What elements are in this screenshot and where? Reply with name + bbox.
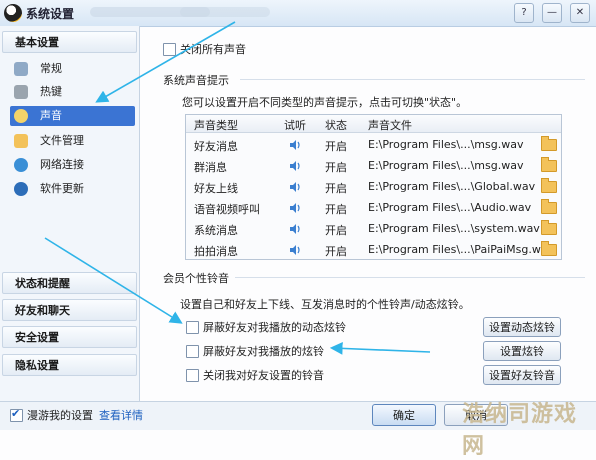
close-button[interactable]: ✕: [570, 3, 590, 23]
member-ringtone-section-title: 会员个性铃音: [163, 272, 229, 285]
speaker-icon[interactable]: [289, 160, 301, 172]
sidebar-item-label: 热键: [40, 85, 62, 98]
category-status-reminder[interactable]: 状态和提醒: [2, 272, 137, 294]
table-row[interactable]: 拍拍消息 开启 E:\Program Files\...\PaiPaiMsg.wav: [186, 239, 561, 261]
close-friend-ringtone-label: 关闭我对好友设置的铃音: [203, 369, 324, 382]
sound-file: E:\Program Files\...\PaiPaiMsg.wav: [368, 243, 555, 256]
close-friend-ringtone-checkbox[interactable]: [186, 369, 199, 382]
arrow-to-ringtone: [329, 342, 431, 355]
update-icon: [14, 182, 28, 196]
watermark: 浩纳司游戏网: [462, 402, 578, 459]
speaker-icon[interactable]: [289, 181, 301, 193]
minimize-button[interactable]: —: [542, 3, 562, 23]
sound-status[interactable]: 开启: [325, 159, 347, 175]
network-icon: [14, 158, 28, 172]
folder-icon: [14, 134, 28, 148]
sidebar-item-label: 软件更新: [40, 182, 84, 195]
set-dynamic-ringtone-button[interactable]: 设置动态炫铃: [483, 317, 561, 337]
category-basic-settings[interactable]: 基本设置: [2, 31, 137, 53]
set-friend-ringtone-button[interactable]: 设置好友铃音: [483, 365, 561, 385]
block-dynamic-ringtone-checkbox[interactable]: [186, 321, 199, 334]
folder-icon[interactable]: [541, 220, 557, 235]
category-security[interactable]: 安全设置: [2, 326, 137, 348]
blurred-title-text-2: [180, 7, 270, 17]
hotkey-icon: [14, 85, 28, 99]
folder-icon[interactable]: [541, 199, 557, 214]
category-privacy[interactable]: 隐私设置: [2, 354, 137, 376]
section-divider: [240, 79, 585, 80]
system-sound-section-title: 系统声音提示: [163, 74, 229, 87]
sound-status[interactable]: 开启: [325, 243, 347, 259]
view-details-link[interactable]: 查看详情: [99, 407, 143, 423]
sidebar-item-label: 常规: [40, 62, 62, 75]
sound-file: E:\Program Files\...\msg.wav: [368, 138, 524, 151]
section-divider: [235, 277, 585, 278]
window-title: 系统设置: [26, 7, 75, 21]
column-header-status: 状态: [325, 119, 347, 132]
column-header-preview: 试听: [284, 119, 306, 132]
sound-file: E:\Program Files\...\Audio.wav: [368, 201, 532, 214]
speaker-icon[interactable]: [289, 139, 301, 151]
sound-file: E:\Program Files\...\Global.wav: [368, 180, 536, 193]
sidebar-item-label: 声音: [40, 109, 62, 122]
sound-status[interactable]: 开启: [325, 138, 347, 154]
sound-status[interactable]: 开启: [325, 180, 347, 196]
sidebar-item-update[interactable]: 软件更新: [10, 179, 135, 199]
ok-button[interactable]: 确定: [372, 404, 436, 426]
roaming-settings-checkbox[interactable]: ✔: [10, 407, 23, 422]
sidebar-item-general[interactable]: 常规: [10, 59, 135, 79]
system-sound-description: 您可以设置开启不同类型的声音提示，点击可切换"状态"。: [182, 96, 468, 109]
sound-type: 好友上线: [194, 182, 238, 195]
category-friends-chat[interactable]: 好友和聊天: [2, 299, 137, 321]
sound-status[interactable]: 开启: [325, 201, 347, 217]
close-all-sounds-label: 关闭所有声音: [180, 43, 246, 56]
column-header-type: 声音类型: [194, 119, 238, 132]
sound-icon: [14, 109, 28, 123]
sound-file: E:\Program Files\...\system.wav: [368, 222, 540, 235]
title-bar: 系统设置 ? — ✕: [0, 0, 596, 27]
sound-type: 群消息: [194, 161, 227, 174]
sound-table: 声音类型 试听 状态 声音文件 好友消息 开启 E:\Program Files\.…: [185, 114, 562, 260]
block-ringtone-label: 屏蔽好友对我播放的炫铃: [203, 345, 324, 358]
block-dynamic-ringtone-label: 屏蔽好友对我播放的动态炫铃: [203, 321, 346, 334]
roaming-settings-label: 漫游我的设置: [27, 409, 93, 422]
table-row[interactable]: 系统消息 开启 E:\Program Files\...\system.wav: [186, 218, 561, 240]
folder-icon[interactable]: [541, 178, 557, 193]
sound-status[interactable]: 开启: [325, 222, 347, 238]
speaker-icon[interactable]: [289, 202, 301, 214]
folder-icon[interactable]: [541, 241, 557, 256]
folder-icon[interactable]: [541, 157, 557, 172]
sound-type: 好友消息: [194, 140, 238, 153]
sidebar-item-sound[interactable]: 声音: [10, 106, 135, 126]
member-ringtone-description: 设置自己和好友上下线、互发消息时的个性铃声/动态炫铃。: [180, 298, 470, 311]
speaker-icon[interactable]: [289, 223, 301, 235]
folder-icon[interactable]: [541, 136, 557, 151]
table-row[interactable]: 好友消息 开启 E:\Program Files\...\msg.wav: [186, 134, 561, 156]
sound-type: 系统消息: [194, 224, 238, 237]
column-header-file: 声音文件: [368, 119, 412, 132]
sidebar-item-hotkey[interactable]: 热键: [10, 82, 135, 102]
table-row[interactable]: 好友上线 开启 E:\Program Files\...\Global.wav: [186, 176, 561, 198]
help-button[interactable]: ?: [514, 3, 534, 23]
sound-type: 语音视频呼叫: [194, 203, 260, 216]
app-logo-icon: [4, 4, 22, 22]
set-ringtone-button[interactable]: 设置炫铃: [483, 341, 561, 361]
speaker-icon[interactable]: [289, 244, 301, 256]
table-row[interactable]: 语音视频呼叫 开启 E:\Program Files\...\Audio.wav: [186, 197, 561, 219]
checkmark-icon: ✔: [11, 407, 21, 420]
block-ringtone-checkbox[interactable]: [186, 345, 199, 358]
table-row[interactable]: 群消息 开启 E:\Program Files\...\msg.wav: [186, 155, 561, 177]
general-icon: [14, 62, 28, 76]
sidebar-item-label: 网络连接: [40, 158, 84, 171]
sidebar: 基本设置 常规 热键 声音 文件管理 网络连接 软件更新 状态和提醒 好友和聊天…: [0, 26, 140, 401]
sidebar-item-file-management[interactable]: 文件管理: [10, 131, 135, 151]
sound-file: E:\Program Files\...\msg.wav: [368, 159, 524, 172]
sidebar-item-label: 文件管理: [40, 134, 84, 147]
sidebar-item-network[interactable]: 网络连接: [10, 155, 135, 175]
table-header: 声音类型 试听 状态 声音文件: [186, 115, 561, 133]
sound-type: 拍拍消息: [194, 245, 238, 258]
close-all-sounds-checkbox[interactable]: [163, 43, 176, 56]
